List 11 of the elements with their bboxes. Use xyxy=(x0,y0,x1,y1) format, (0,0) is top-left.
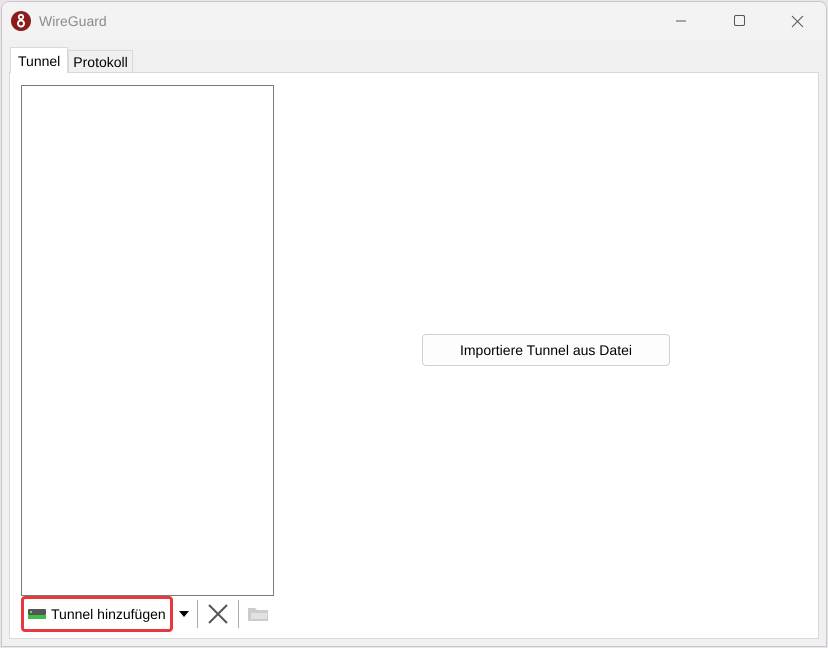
tunnel-list[interactable] xyxy=(21,85,274,596)
add-tunnel-button[interactable]: Tunnel hinzufügen xyxy=(21,596,173,632)
drive-icon xyxy=(28,609,46,619)
app-logo-icon xyxy=(11,11,31,31)
delete-icon[interactable] xyxy=(206,603,229,625)
dropdown-arrow-icon[interactable] xyxy=(178,611,189,617)
window-title: WireGuard xyxy=(39,13,107,29)
tab[interactable]: Protokoll xyxy=(68,50,133,72)
import-button[interactable]: Importiere Tunnel aus Datei xyxy=(422,334,670,366)
tab[interactable]: Tunnel xyxy=(10,47,68,73)
folder-icon[interactable] xyxy=(248,607,268,621)
